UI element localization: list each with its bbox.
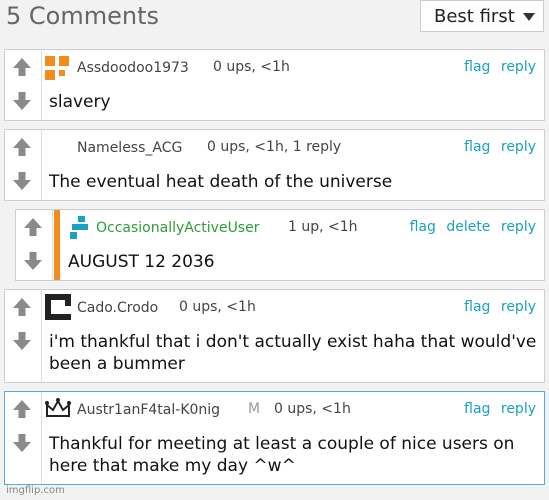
comment: Austr1anF4tal-K0nig M 0 ups, <1h flag re… bbox=[4, 391, 545, 485]
comment-actions: flag reply bbox=[458, 401, 536, 417]
reply-link[interactable]: reply bbox=[501, 401, 536, 417]
avatar[interactable] bbox=[45, 56, 69, 80]
comment-text-line: here that make my day ^w^ bbox=[49, 456, 296, 476]
downvote-arrow-icon[interactable] bbox=[11, 90, 33, 112]
reply-link[interactable]: reply bbox=[501, 59, 536, 75]
reply-link[interactable]: reply bbox=[501, 219, 536, 235]
comment-text: slavery bbox=[49, 92, 111, 112]
comments-count-title: 5 Comments bbox=[6, 2, 159, 30]
comment-meta: 0 ups, <1h bbox=[179, 299, 256, 315]
downvote-arrow-icon[interactable] bbox=[11, 432, 33, 454]
avatar[interactable] bbox=[68, 216, 92, 240]
username-link[interactable]: Assdoodoo1973 bbox=[77, 60, 189, 76]
upvote-arrow-icon[interactable] bbox=[11, 296, 33, 318]
comment: Nameless_ACG 0 ups, <1h, 1 reply flag re… bbox=[4, 129, 545, 201]
sort-label: Best first bbox=[434, 5, 515, 27]
comment: Cado.Crodo 0 ups, <1h flag reply i'm tha… bbox=[4, 289, 545, 383]
vote-column bbox=[16, 210, 53, 280]
username-link[interactable]: Austr1anF4tal-K0nig bbox=[77, 402, 220, 418]
reply-link[interactable]: reply bbox=[501, 299, 536, 315]
username-link[interactable]: Nameless_ACG bbox=[77, 140, 182, 156]
flag-link[interactable]: flag bbox=[464, 59, 490, 75]
flag-link[interactable]: flag bbox=[410, 219, 436, 235]
comment: Assdoodoo1973 0 ups, <1h flag reply slav… bbox=[4, 49, 545, 121]
comment-text: AUGUST 12 2036 bbox=[68, 252, 215, 272]
reply-link[interactable]: reply bbox=[501, 139, 536, 155]
comment-text-line: Thankful for meeting at least a couple o… bbox=[49, 434, 515, 454]
upvote-arrow-icon[interactable] bbox=[22, 216, 44, 238]
vote-column bbox=[5, 130, 42, 200]
downvote-arrow-icon[interactable] bbox=[22, 250, 44, 272]
caret-down-icon bbox=[522, 13, 535, 21]
own-comment-marker bbox=[54, 210, 60, 280]
mod-badge: M bbox=[248, 401, 261, 417]
comment-text-line: i'm thankful that i don't actually exist… bbox=[49, 332, 537, 352]
comment-actions: flag reply bbox=[458, 59, 536, 75]
username-link[interactable]: Cado.Crodo bbox=[77, 300, 158, 316]
comment-actions: flag reply bbox=[458, 139, 536, 155]
comment-actions: flag delete reply bbox=[404, 219, 536, 235]
comment-actions: flag reply bbox=[458, 299, 536, 315]
flag-link[interactable]: flag bbox=[464, 299, 490, 315]
flag-link[interactable]: flag bbox=[464, 401, 490, 417]
upvote-arrow-icon[interactable] bbox=[11, 136, 33, 158]
downvote-arrow-icon[interactable] bbox=[11, 330, 33, 352]
comment-text: The eventual heat death of the universe bbox=[49, 172, 393, 192]
sort-dropdown[interactable]: Best first bbox=[420, 0, 544, 32]
comment-meta: 0 ups, <1h bbox=[213, 59, 290, 75]
comment-meta: 0 ups, <1h, 1 reply bbox=[207, 139, 342, 155]
vote-column bbox=[5, 290, 42, 382]
comment-meta: 1 up, <1h bbox=[288, 219, 358, 235]
vote-column bbox=[5, 50, 42, 120]
vote-column bbox=[5, 392, 42, 484]
username-link[interactable]: OccasionallyActiveUser bbox=[96, 220, 259, 236]
watermark: imgflip.com bbox=[6, 485, 65, 496]
upvote-arrow-icon[interactable] bbox=[11, 398, 33, 420]
upvote-arrow-icon[interactable] bbox=[11, 56, 33, 78]
delete-link[interactable]: delete bbox=[446, 219, 490, 235]
crown-icon[interactable] bbox=[45, 398, 71, 422]
downvote-arrow-icon[interactable] bbox=[11, 170, 33, 192]
comment-meta: 0 ups, <1h bbox=[274, 401, 351, 417]
comment-reply: OccasionallyActiveUser 1 up, <1h flag de… bbox=[15, 209, 545, 281]
flag-link[interactable]: flag bbox=[464, 139, 490, 155]
comment-text-line: been a bummer bbox=[49, 354, 185, 374]
avatar[interactable] bbox=[45, 294, 71, 320]
